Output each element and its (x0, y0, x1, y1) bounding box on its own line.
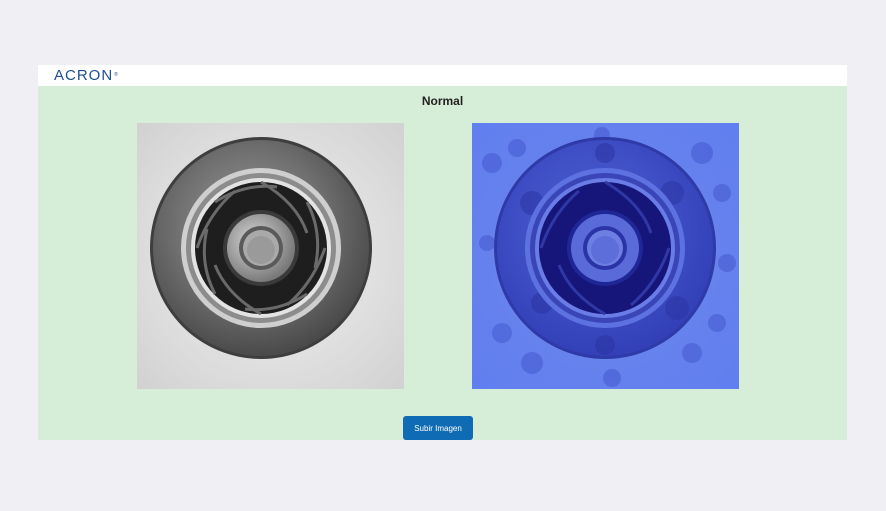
original-image (137, 123, 404, 389)
logo-text: ACRON (54, 67, 114, 84)
upload-image-button[interactable]: Subir Imagen (403, 416, 473, 440)
heatmap-image (472, 123, 739, 389)
classification-result: Normal (421, 94, 464, 108)
registered-mark: ® (114, 72, 119, 78)
acron-logo[interactable]: ACRON® (54, 67, 119, 84)
top-bar: ACRON® (38, 65, 847, 86)
app-window: ACRON® Normal Subir Imagen (38, 65, 847, 440)
main-content: Normal Subir Imagen (38, 86, 847, 440)
